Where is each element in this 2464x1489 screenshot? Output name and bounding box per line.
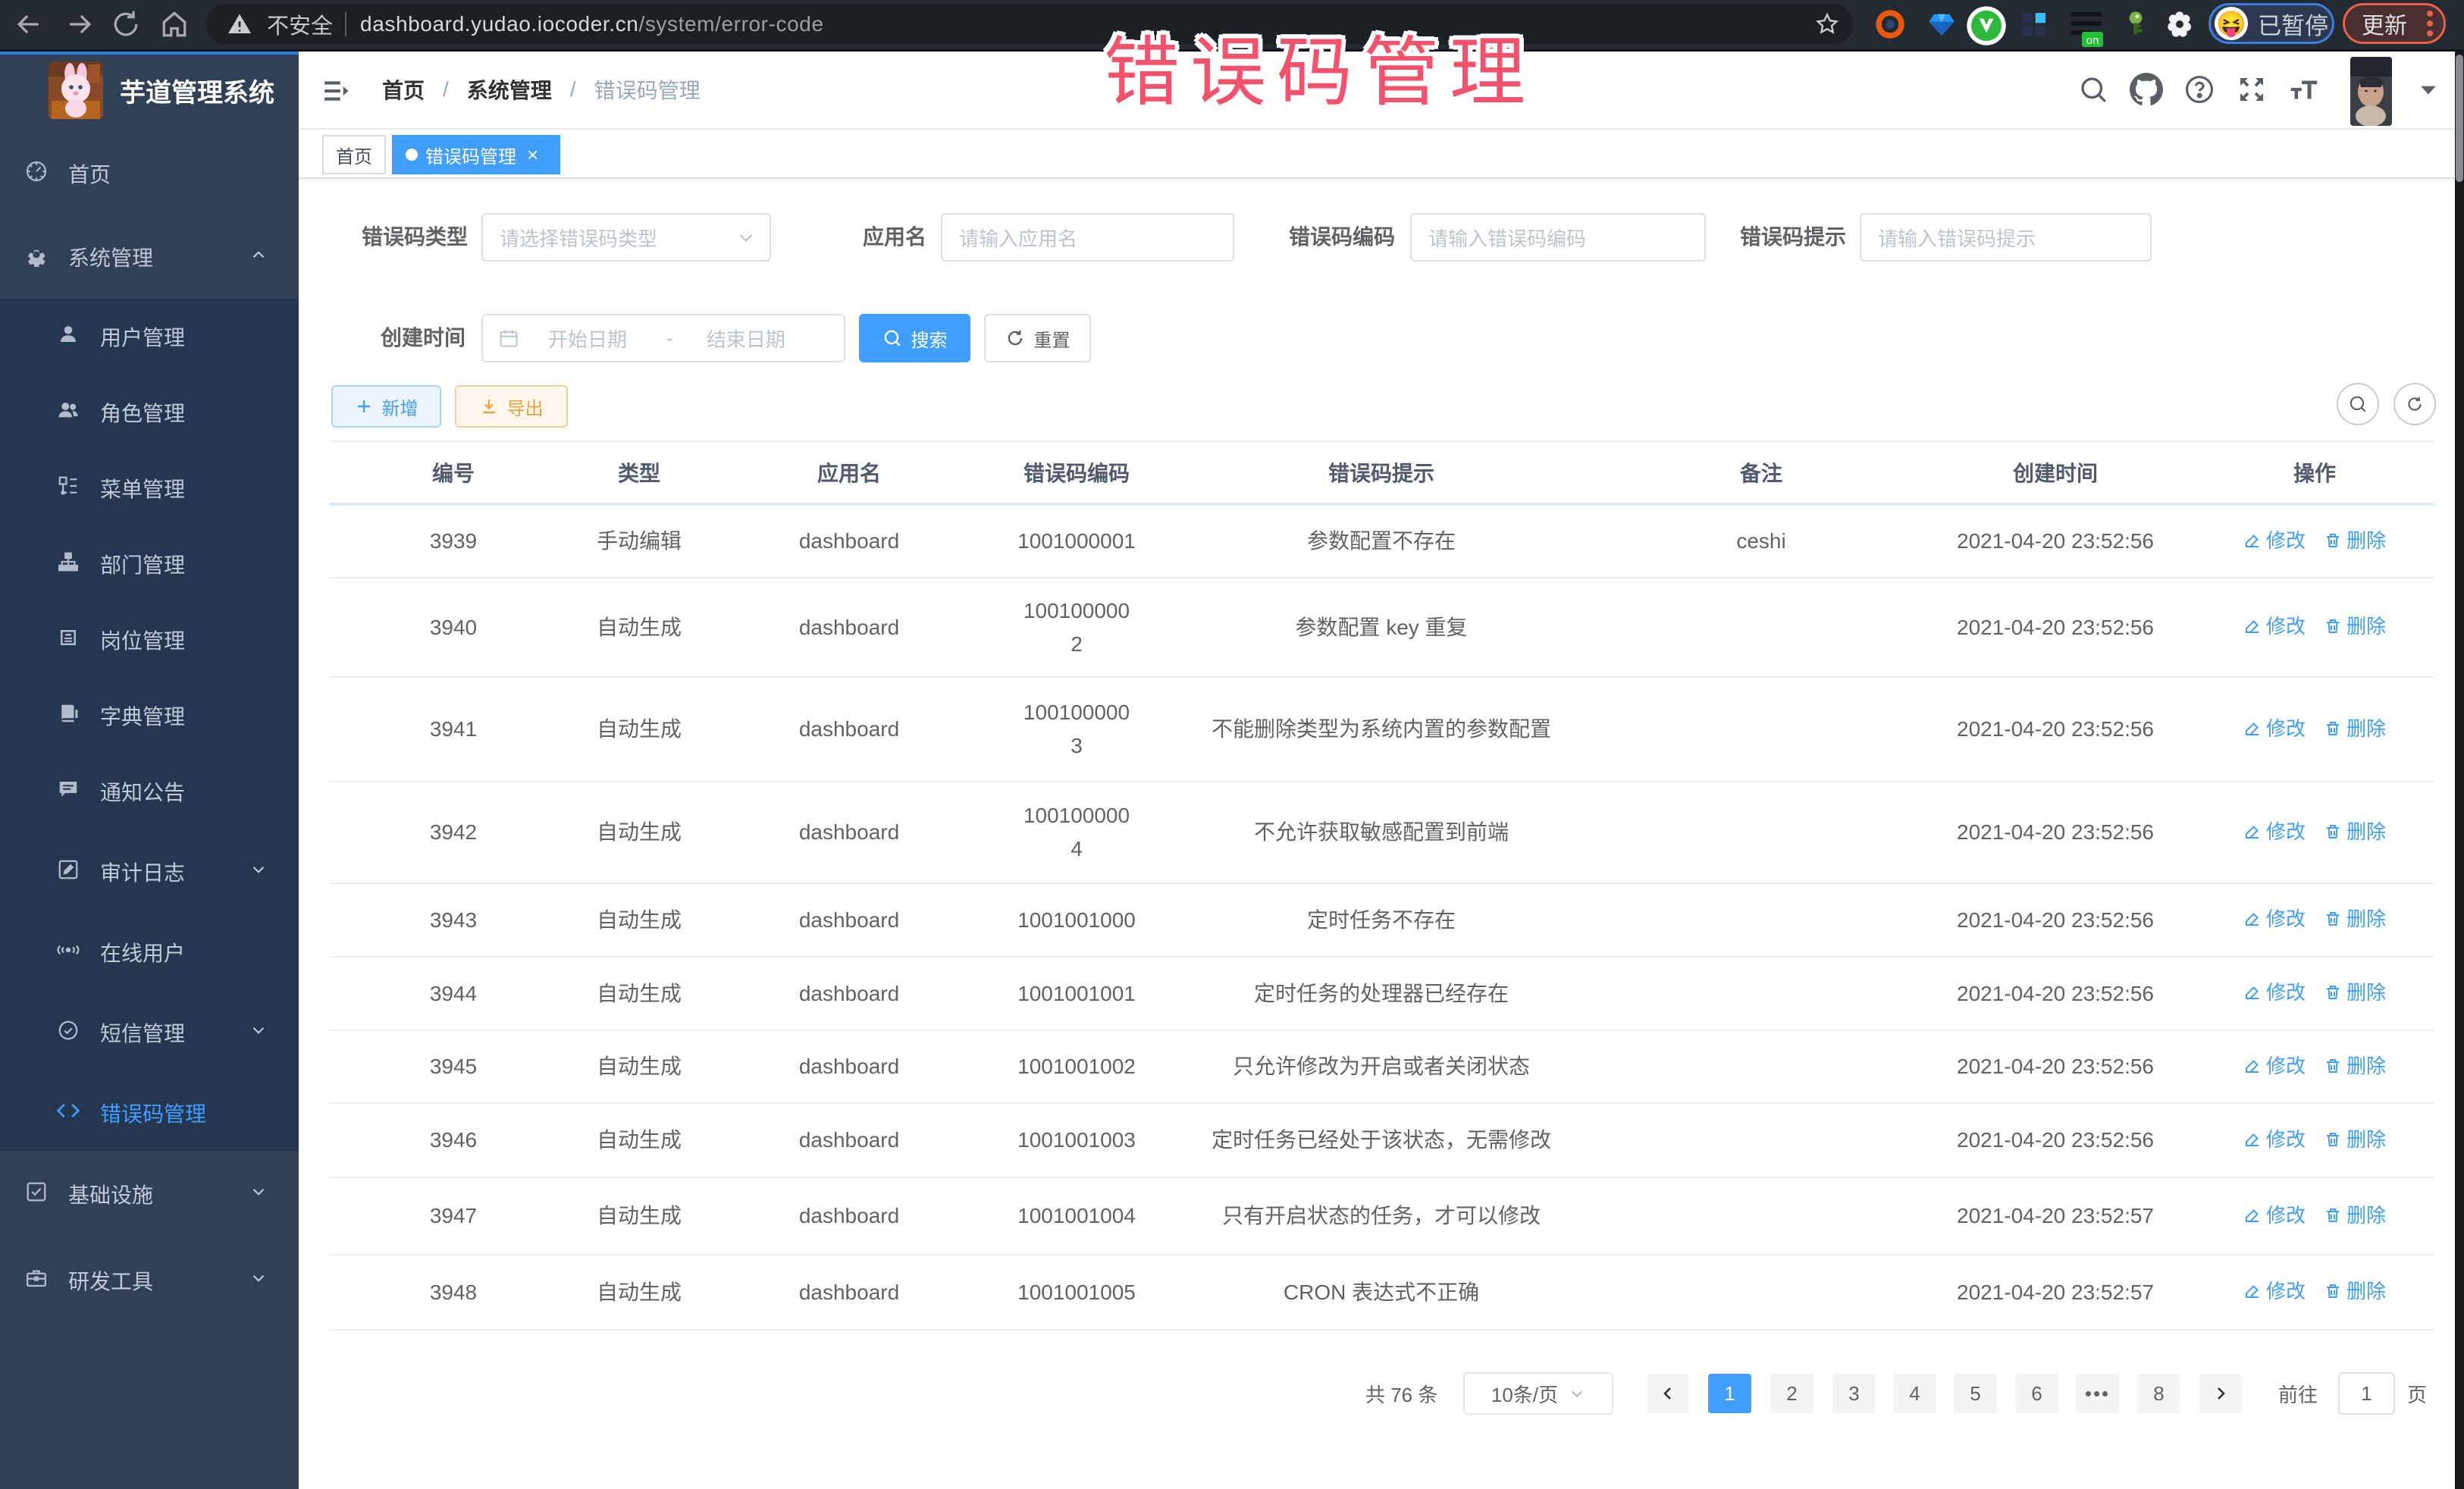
svg-text:on: on xyxy=(2086,34,2099,47)
